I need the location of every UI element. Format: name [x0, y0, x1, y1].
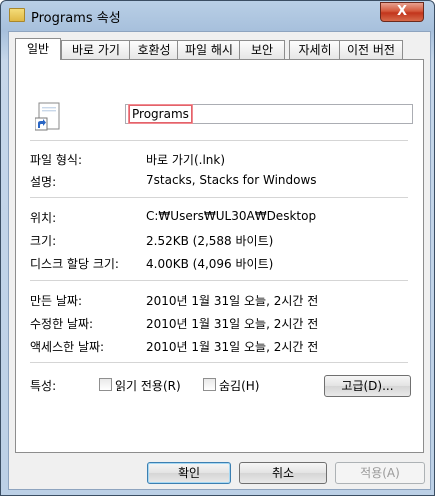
tab-security[interactable]: 보안 [239, 40, 285, 59]
file-type-label: 파일 형식: [30, 153, 83, 167]
separator [30, 280, 408, 281]
readonly-checkbox[interactable] [99, 378, 112, 391]
size-value: 2.52KB (2,588 바이트) [146, 234, 274, 248]
tab-previous-versions[interactable]: 이전 버전 [339, 40, 403, 59]
attributes-label: 특성: [30, 379, 57, 393]
created-value: 2010년 1월 31일 오늘, 2시간 전 [146, 294, 319, 308]
hidden-label[interactable]: 숨김(H) [219, 377, 259, 394]
apply-button[interactable]: 적용(A) [335, 462, 425, 484]
tab-general[interactable]: 일반 [15, 38, 61, 60]
readonly-label[interactable]: 읽기 전용(R) [115, 377, 181, 394]
location-label: 위치: [30, 211, 57, 225]
cancel-button[interactable]: 취소 [239, 462, 327, 484]
size-label: 크기: [30, 234, 57, 248]
properties-window: Programs 속성 X 일반 바로 가기 호환성 파일 해시 보안 자세히 … [0, 0, 435, 496]
title-bar[interactable]: Programs 속성 X [1, 1, 434, 29]
location-value: C:₩Users₩UL30A₩Desktop [146, 209, 317, 223]
description-label: 설명: [30, 175, 57, 189]
name-input[interactable]: Programs [125, 104, 413, 124]
file-type-value: 바로 가기(.lnk) [146, 153, 226, 167]
separator [30, 197, 408, 198]
shortcut-file-icon [35, 102, 60, 131]
accessed-value: 2010년 1월 31일 오늘, 2시간 전 [146, 340, 319, 354]
tab-file-hash[interactable]: 파일 해시 [177, 40, 241, 59]
tab-compatibility[interactable]: 호환성 [129, 40, 179, 59]
modified-value: 2010년 1월 31일 오늘, 2시간 전 [146, 317, 319, 331]
name-text: Programs [129, 105, 192, 123]
size-on-disk-label: 디스크 할당 크기: [30, 257, 119, 271]
separator [30, 140, 408, 141]
close-button[interactable]: X [380, 2, 424, 22]
advanced-button[interactable]: 고급(D)... [324, 375, 411, 397]
general-panel: Programs 파일 형식: 바로 가기(.lnk) 설명: 7stacks,… [15, 59, 424, 453]
tab-shortcut[interactable]: 바로 가기 [61, 40, 131, 59]
window-title: Programs 속성 [31, 11, 121, 26]
folder-icon [9, 8, 25, 22]
size-on-disk-value: 4.00KB (4,096 바이트) [146, 257, 274, 271]
tab-strip: 일반 바로 가기 호환성 파일 해시 보안 자세히 이전 버전 [9, 38, 430, 60]
tab-details[interactable]: 자세히 [289, 40, 341, 59]
description-value: 7stacks, Stacks for Windows [146, 173, 317, 187]
hidden-checkbox[interactable] [203, 378, 216, 391]
dialog-client: 일반 바로 가기 호환성 파일 해시 보안 자세히 이전 버전 Programs… [8, 31, 431, 490]
modified-label: 수정한 날짜: [30, 317, 94, 331]
separator [30, 362, 408, 363]
accessed-label: 액세스한 날짜: [30, 340, 105, 354]
created-label: 만든 날짜: [30, 294, 83, 308]
ok-button[interactable]: 확인 [147, 462, 231, 484]
